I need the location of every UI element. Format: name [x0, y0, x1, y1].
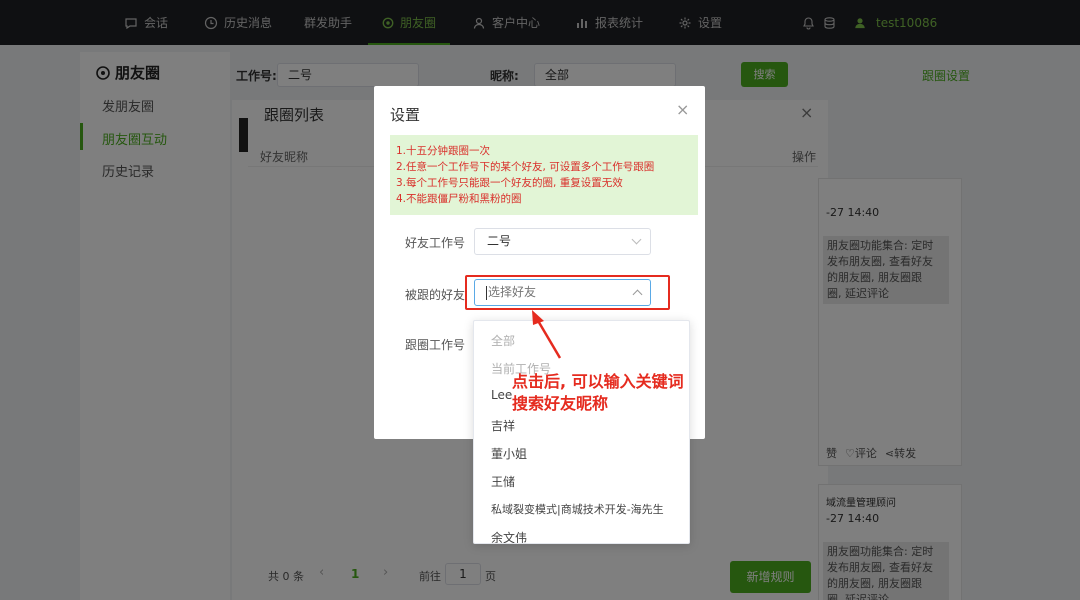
- dropdown-option[interactable]: 余文伟: [491, 529, 527, 543]
- notice-line: 1.十五分钟跟圈一次: [396, 145, 491, 157]
- friend-workno-label: 好友工作号: [405, 236, 466, 250]
- annotation-text: 点击后, 可以输入关键词 搜索好友昵称: [512, 372, 684, 413]
- dropdown-option[interactable]: Lee: [491, 388, 512, 402]
- dropdown-option: 全部: [491, 334, 516, 348]
- dropdown-option[interactable]: 王储: [491, 473, 515, 490]
- notice-line: 4.不能跟僵尸粉和黑粉的圈: [396, 193, 522, 205]
- dialog-close-icon[interactable]: ×: [676, 100, 689, 119]
- followed-friend-search-input[interactable]: [488, 285, 618, 299]
- notice-line: 3.每个工作号只能跟一个好友的圈, 重复设置无效: [396, 177, 623, 189]
- text-cursor: [486, 286, 487, 300]
- followed-friend-select[interactable]: [474, 279, 651, 306]
- dropdown-option[interactable]: 私域裂变模式|商城技术开发-海先生: [491, 501, 664, 517]
- notice-line: 2.任意一个工作号下的某个好友, 可设置多个工作号跟圈: [396, 161, 655, 173]
- dropdown-option[interactable]: 董小姐: [491, 445, 527, 462]
- chevron-up-icon: [632, 289, 643, 300]
- follow-workno-label: 跟圈工作号: [405, 338, 466, 352]
- friend-workno-select[interactable]: 二号: [474, 228, 651, 255]
- dialog-title: 设置: [390, 106, 421, 124]
- notice-box: 1.十五分钟跟圈一次 2.任意一个工作号下的某个好友, 可设置多个工作号跟圈 3…: [390, 135, 698, 215]
- annotation-arrow-icon: [532, 310, 562, 359]
- chevron-down-icon: [631, 234, 642, 245]
- friend-dropdown-list: 全部 当前工作号 Lee 吉祥 董小姐 王储 私域裂变模式|商城技术开发-海先生…: [473, 320, 690, 544]
- followed-friend-label: 被跟的好友: [405, 288, 466, 302]
- dropdown-option[interactable]: 吉祥: [491, 417, 515, 434]
